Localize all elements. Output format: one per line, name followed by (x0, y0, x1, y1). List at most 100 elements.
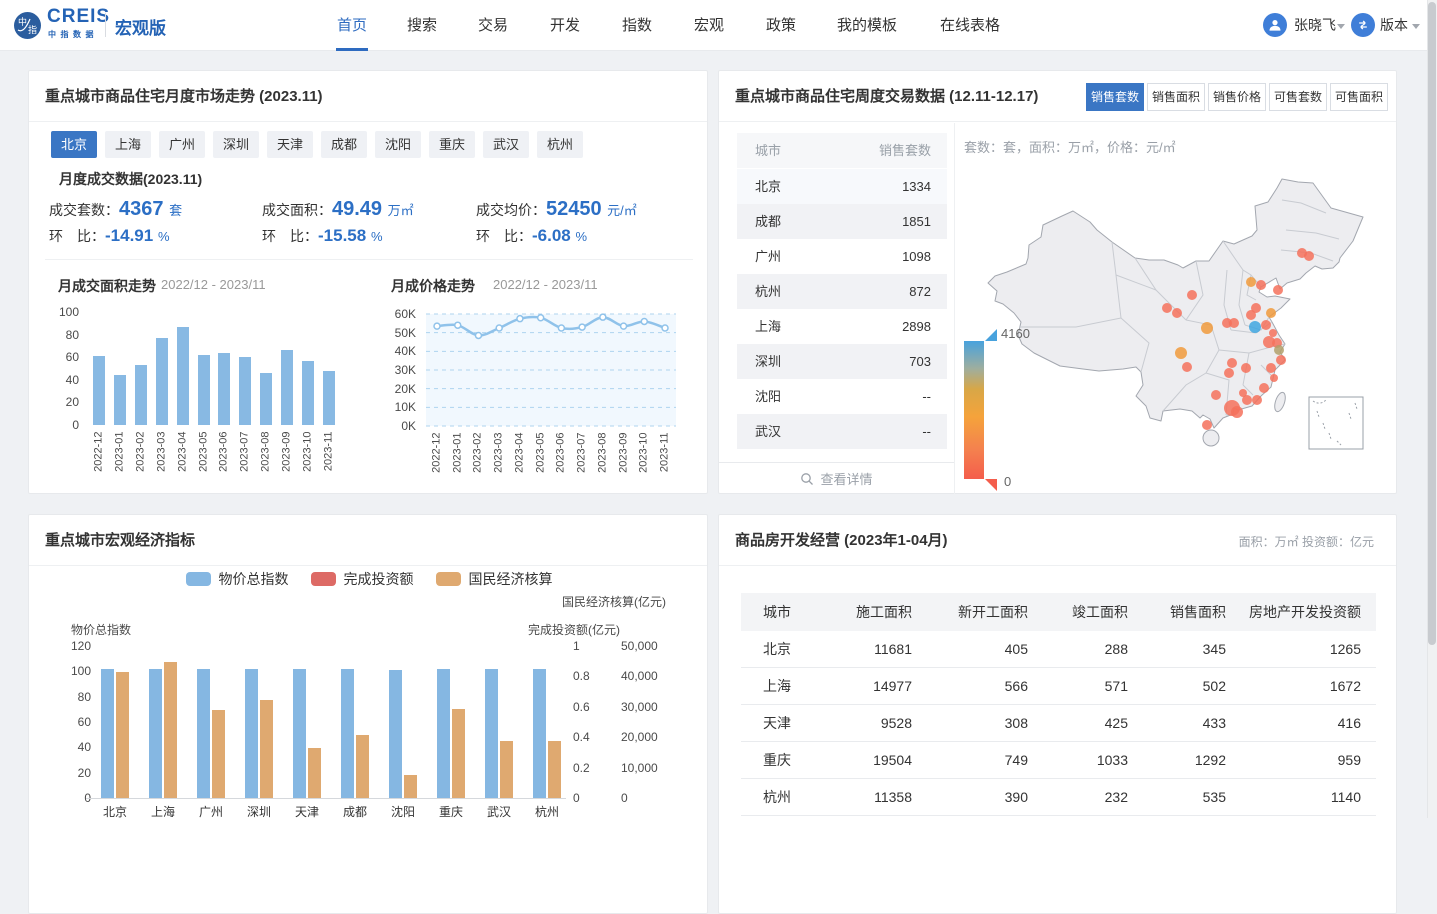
nav-item-1[interactable]: 首页 (330, 0, 374, 51)
eco-left-tick: 0 (51, 791, 91, 805)
line-point (641, 318, 647, 324)
eco-bar-gdp (356, 735, 369, 798)
eco-bar-gdp (164, 662, 177, 798)
bar (239, 357, 251, 425)
dev-cell: 288 (1028, 641, 1128, 657)
metric-tab-4[interactable]: 可售套数 (1269, 83, 1327, 111)
city-tab-8[interactable]: 重庆 (429, 131, 475, 158)
nav-item-5[interactable]: 指数 (615, 0, 659, 51)
nav-active-underline (336, 48, 368, 51)
line-point (434, 323, 440, 329)
weekly-table-row[interactable]: 杭州872 (737, 274, 947, 309)
version-label[interactable]: 版本 (1380, 0, 1408, 51)
weekly-table-row[interactable]: 成都1851 (737, 204, 947, 239)
dev-cell: 天津 (741, 713, 836, 733)
bar (198, 355, 210, 425)
price-chart-title: 月成价格走势 (391, 276, 475, 296)
city-tab-6[interactable]: 成都 (321, 131, 367, 158)
city-tab-2[interactable]: 上海 (105, 131, 151, 158)
panel-eco-header: 重点城市宏观经济指标 (29, 515, 707, 566)
line-y-tick: 40K (376, 344, 416, 358)
line-point (517, 316, 523, 322)
row-city: 武汉 (755, 414, 781, 449)
bar-y-tick: 80 (41, 328, 79, 342)
weekly-table-row[interactable]: 上海 2898 (737, 309, 947, 344)
panel-dev-title: 商品房开发经营 (2023年1-04月) (735, 515, 948, 566)
nav-item-3[interactable]: 交易 (471, 0, 515, 51)
eco-bar-gdp (212, 710, 225, 798)
city-tab-3[interactable]: 广州 (159, 131, 205, 158)
weekly-table-row[interactable]: 武汉-- (737, 414, 947, 449)
ratio-unit: % (371, 229, 383, 244)
version-icon[interactable] (1351, 13, 1375, 37)
dev-cell: 571 (1028, 678, 1128, 694)
nav-item-7[interactable]: 政策 (759, 0, 803, 51)
row-city: 上海 (755, 309, 781, 344)
scrollbar-track[interactable] (1427, 0, 1437, 818)
weekly-unit-note: 套数：套，面积：万㎡，价格：元/㎡ (964, 137, 1176, 156)
bar-y-tick: 60 (41, 350, 79, 364)
legend-item-1[interactable]: 物价总指数 (186, 569, 289, 589)
bar (281, 350, 293, 425)
eco-right1-tick: 0.8 (573, 669, 590, 683)
line-y-tick: 10K (376, 400, 416, 414)
map-dot (1182, 362, 1192, 372)
line-y-tick: 20K (376, 382, 416, 396)
legend-item-3[interactable]: 国民经济核算 (436, 569, 553, 589)
map-dot (1172, 308, 1182, 318)
user-name[interactable]: 张晓飞 (1294, 0, 1336, 51)
stat-ratio-1: 环 比：-14.91 % (49, 226, 170, 246)
nav-item-8[interactable]: 我的模板 (830, 0, 904, 51)
row-value: 2898 (902, 309, 931, 344)
nav-item-2[interactable]: 搜索 (400, 0, 444, 51)
row-value: 1851 (902, 204, 931, 239)
nav-item-4[interactable]: 开发 (543, 0, 587, 51)
ratio-label: 环 比： (262, 228, 318, 244)
city-tab-7[interactable]: 沈阳 (375, 131, 421, 158)
nav-item-6[interactable]: 宏观 (687, 0, 731, 51)
row-value: 1334 (902, 169, 931, 204)
map-dot (1224, 368, 1234, 378)
city-tab-4[interactable]: 深圳 (213, 131, 259, 158)
metric-tab-5[interactable]: 可售面积 (1330, 83, 1388, 111)
price-line-chart (416, 306, 696, 434)
city-tab-5[interactable]: 天津 (267, 131, 313, 158)
eco-right1-tick: 0.6 (573, 700, 590, 714)
dev-cell: 14977 (836, 678, 912, 694)
bar-x-label: 2023-06 (218, 432, 231, 484)
eco-bar-gdp (116, 672, 129, 798)
user-caret-icon[interactable] (1337, 24, 1345, 29)
weekly-table-row[interactable]: 深圳703 (737, 344, 947, 379)
user-avatar-icon[interactable] (1263, 13, 1287, 37)
metric-tab-2[interactable]: 销售面积 (1147, 83, 1205, 111)
version-caret-icon[interactable] (1412, 24, 1420, 29)
dev-col-header: 销售面积 (1128, 602, 1226, 622)
stat-unit: 套 (169, 203, 182, 218)
weekly-table-row[interactable]: 广州1098 (737, 239, 947, 274)
dev-col-header: 新开工面积 (912, 602, 1028, 622)
map-dot (1239, 389, 1247, 397)
view-detail-link[interactable]: 查看详情 (719, 463, 954, 494)
map-scale-max: 4160 (1001, 326, 1030, 341)
metric-tab-3[interactable]: 销售价格 (1208, 83, 1266, 111)
bar (260, 373, 272, 425)
line-x-label: 2023-04 (513, 433, 526, 485)
ratio-unit: % (158, 229, 170, 244)
city-tab-1[interactable]: 北京 (51, 131, 97, 158)
nav-item-9[interactable]: 在线表格 (933, 0, 1007, 51)
panel-eco-indicators: 重点城市宏观经济指标 物价总指数完成投资额国民经济核算 物价总指数 完成投资额(… (28, 514, 708, 914)
map-dot (1256, 280, 1266, 290)
scrollbar-thumb[interactable] (1428, 2, 1436, 645)
col-city: 城市 (755, 133, 781, 168)
city-tab-9[interactable]: 武汉 (483, 131, 529, 158)
legend-item-2[interactable]: 完成投资额 (311, 569, 414, 589)
eco-bar-cpi (197, 669, 210, 798)
bar-x-label: 2023-04 (176, 432, 189, 484)
weekly-table-row[interactable]: 沈阳-- (737, 379, 947, 414)
weekly-table-row[interactable]: 北京1334 (737, 169, 947, 204)
metric-tab-1[interactable]: 销售套数 (1086, 83, 1144, 111)
legend-label: 物价总指数 (219, 569, 289, 589)
col-value: 销售套数 (879, 133, 931, 168)
dev-cell: 杭州 (741, 787, 836, 807)
city-tab-10[interactable]: 杭州 (537, 131, 583, 158)
